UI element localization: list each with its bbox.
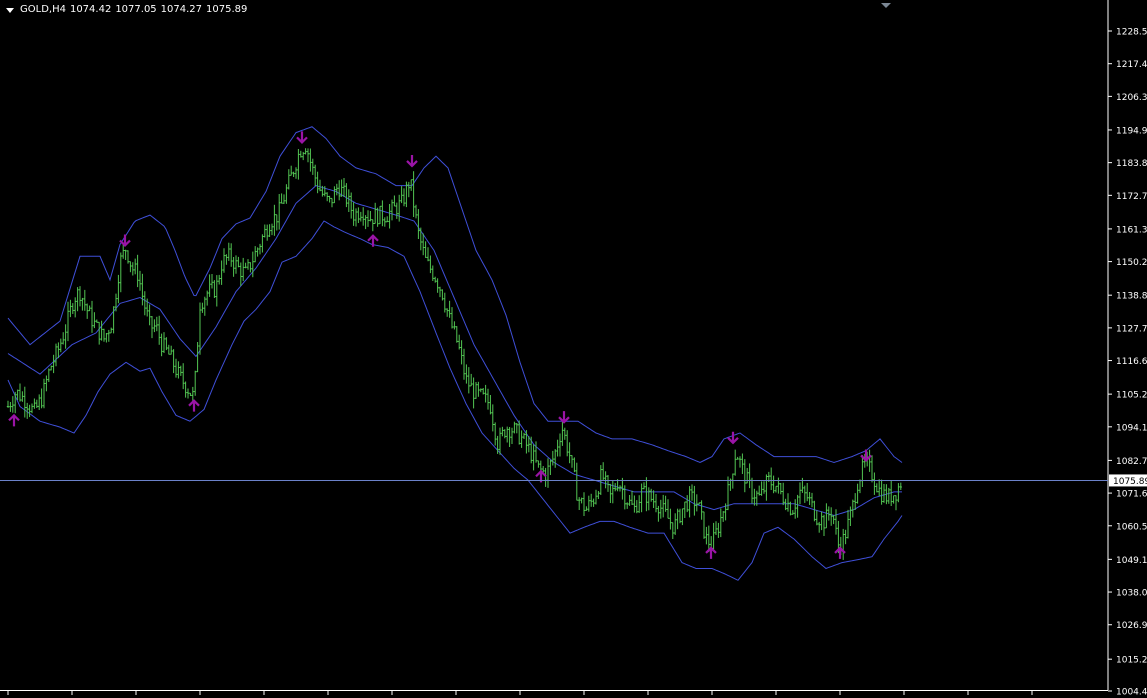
price-tick-label: 1172.70 — [1116, 192, 1147, 202]
price-tick-label: 1004.40 — [1116, 688, 1147, 698]
price-tick-label: 1082.70 — [1116, 457, 1147, 467]
price-tick-label: 1071.60 — [1116, 490, 1147, 500]
price-tick-label: 1206.30 — [1116, 93, 1147, 103]
chart-header: GOLD,H4 1074.42 1077.05 1074.27 1075.89 — [6, 4, 247, 16]
price-tick-label: 1026.90 — [1116, 621, 1147, 631]
price-tick-label: 1094.10 — [1116, 423, 1147, 433]
current-price-label: 1075.89 — [1113, 477, 1147, 487]
price-tick-label: 1138.80 — [1116, 292, 1147, 302]
grid-layer — [0, 0, 1147, 698]
price-tick-label: 1194.90 — [1116, 126, 1147, 136]
close-value: 1075.89 — [206, 4, 248, 15]
price-tick-label: 1015.20 — [1116, 656, 1147, 666]
price-tick-label: 1105.20 — [1116, 391, 1147, 401]
chart-background — [0, 0, 1147, 698]
open-value: 1074.42 — [69, 4, 112, 15]
price-tick-label: 1127.70 — [1116, 324, 1147, 334]
price-tick-label: 1228.50 — [1116, 28, 1147, 38]
symbol-label: GOLD,H4 — [20, 4, 66, 15]
dropdown-triangle-icon[interactable] — [6, 7, 14, 13]
price-tick-label: 1150.20 — [1116, 258, 1147, 268]
high-value: 1077.05 — [115, 4, 157, 15]
price-tick-label: 1217.40 — [1116, 60, 1147, 70]
price-tick-label: 1060.50 — [1116, 522, 1147, 532]
price-tick-label: 1161.30 — [1116, 225, 1147, 235]
price-chart[interactable]: 1228.50 1217.40 1206.30 1194.90 1183.80 1172.… — [0, 0, 1147, 698]
low-value: 1074.27 — [160, 4, 203, 15]
price-tick-label: 1038.00 — [1116, 589, 1147, 599]
price-tick-label: 1116.60 — [1116, 357, 1147, 367]
price-tick-label: 1183.80 — [1116, 159, 1147, 169]
chart-window[interactable]: 1228.50 1217.40 1206.30 1194.90 1183.80 1172.… — [0, 0, 1147, 698]
price-tick-label: 1049.10 — [1116, 556, 1147, 566]
